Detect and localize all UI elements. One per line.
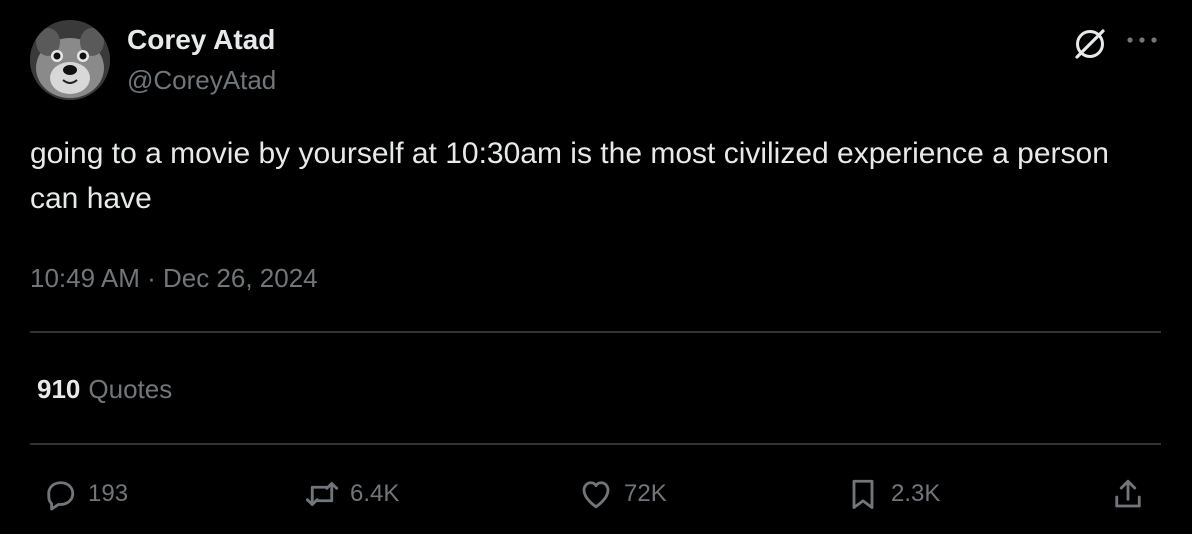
reply-count: 193 (88, 480, 129, 507)
retweet-count: 6.4K (350, 480, 400, 507)
heart-icon (582, 481, 610, 509)
avatar[interactable] (30, 20, 110, 100)
divider (30, 443, 1161, 445)
retweet-button[interactable]: 6.4K (304, 474, 399, 514)
share-button[interactable] (1110, 474, 1146, 514)
like-button[interactable]: 72K (578, 474, 667, 514)
author-handle[interactable]: @CoreyAtad (127, 64, 276, 96)
more-options-icon[interactable] (1124, 30, 1160, 50)
share-icon (1115, 479, 1141, 508)
dog-avatar-image (30, 20, 110, 100)
bookmark-count: 2.3K (891, 480, 941, 507)
quotes-label: Quotes (88, 374, 173, 404)
retweet-icon (305, 482, 339, 506)
bookmark-icon (852, 479, 874, 509)
author-display-name[interactable]: Corey Atad (127, 24, 275, 56)
bookmark-button[interactable]: 2.3K (845, 474, 940, 514)
reply-button[interactable]: 193 (42, 474, 128, 514)
tweet-text: going to a movie by yourself at 10:30am … (30, 137, 1109, 215)
quotes-link[interactable]: 910 Quotes (37, 371, 172, 407)
reply-icon (47, 481, 75, 511)
like-count: 72K (624, 480, 667, 507)
quotes-count: 910 (37, 374, 81, 404)
tweet-timestamp[interactable]: 10:49 AM · Dec 26, 2024 (30, 260, 318, 296)
grok-icon[interactable] (1070, 24, 1110, 64)
divider (30, 331, 1161, 333)
